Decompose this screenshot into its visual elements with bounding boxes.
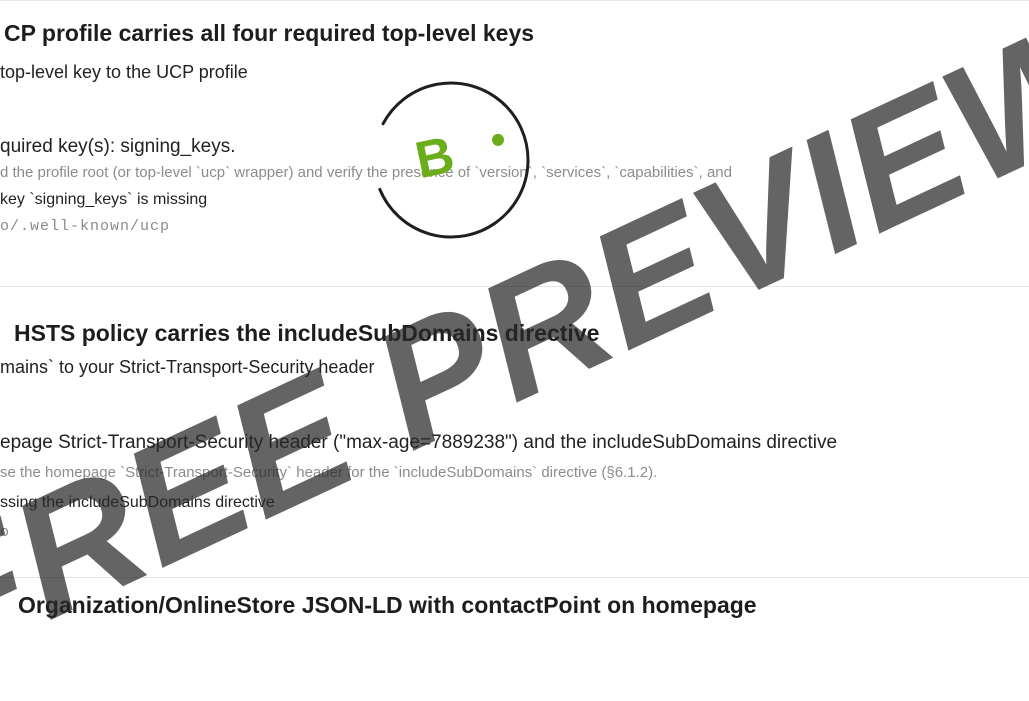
check-heading: CP profile carries all four required top… [4, 20, 535, 46]
evidence-url[interactable]: o [0, 524, 10, 541]
top-divider [0, 0, 1029, 1]
check-method: se the homepage `Strict-Transport-Securi… [0, 464, 658, 481]
check-recommendation: mains` to your Strict-Transport-Security… [0, 357, 375, 377]
check-method: d the profile root (or top-level `ucp` w… [0, 164, 732, 181]
check-reason: quired key(s): signing_keys. [0, 136, 236, 157]
check-reason: epage Strict-Transport-Security header (… [0, 432, 838, 453]
check-evidence: key `signing_keys` is missing [0, 191, 208, 208]
divider [0, 577, 1029, 578]
check-heading: HSTS policy carries the includeSubDomain… [14, 320, 600, 346]
evidence-url[interactable]: o/.well-known/ucp [0, 218, 170, 235]
grade-progress-dot [492, 133, 505, 146]
check-heading: Organization/OnlineStore JSON-LD with co… [18, 592, 757, 618]
check-recommendation: top-level key to the UCP profile [0, 62, 248, 82]
divider [0, 286, 1029, 287]
check-evidence: ssing the includeSubDomains directive [0, 494, 275, 511]
